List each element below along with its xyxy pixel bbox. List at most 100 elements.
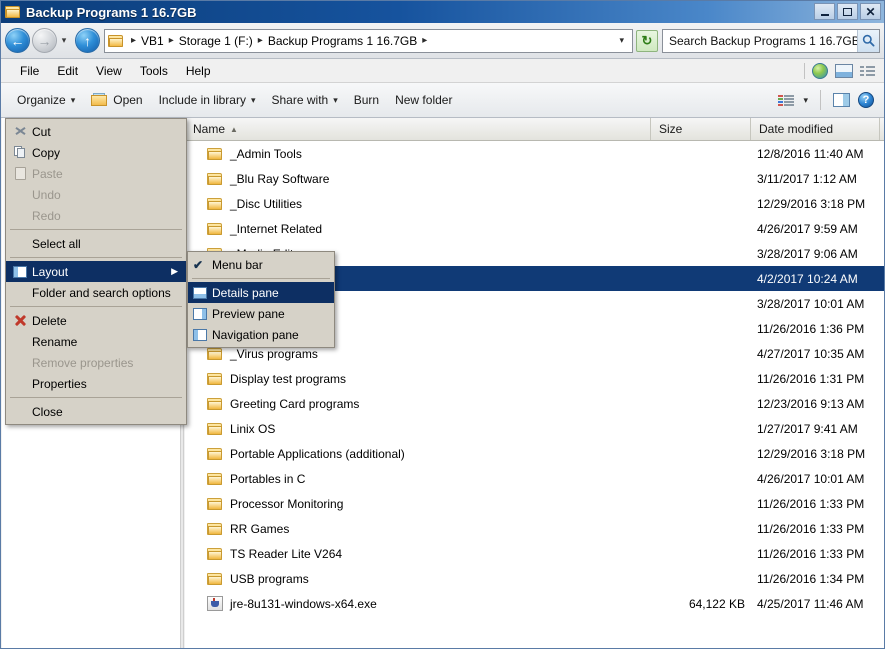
table-row[interactable]: Portable Applications (additional)12/29/… xyxy=(185,441,884,466)
open-button[interactable]: Open xyxy=(83,89,150,111)
minimize-button[interactable] xyxy=(814,3,835,20)
table-row[interactable]: jre-8u131-windows-x64.exe 64,122 KB4/25/2… xyxy=(185,591,884,616)
column-header-date-modified[interactable]: Date modified xyxy=(751,118,880,140)
navigation-pane-icon xyxy=(193,329,207,341)
address-history-dropdown[interactable]: ▾ xyxy=(613,35,630,46)
breadcrumb-item-vb1[interactable]: VB1 xyxy=(141,34,164,48)
menu-item-delete[interactable]: Delete xyxy=(6,310,186,331)
submenu-item-menu-bar[interactable]: ✔Menu bar xyxy=(188,254,334,275)
table-row[interactable]: _Blu Ray Software3/11/2017 1:12 AM xyxy=(185,166,884,191)
submenu-item-navigation-pane[interactable]: Navigation pane xyxy=(188,324,334,345)
menu-item-label: Rename xyxy=(30,335,77,349)
column-header-size-label: Size xyxy=(659,122,682,136)
folder-icon xyxy=(207,472,223,486)
cell-date-modified: 3/11/2017 1:12 AM xyxy=(751,172,880,186)
share-with-button[interactable]: Share with ▾ xyxy=(264,89,346,111)
column-header-size[interactable]: Size xyxy=(651,118,751,140)
cell-date-modified: 11/26/2016 1:33 PM xyxy=(751,497,880,511)
folder-icon xyxy=(207,347,223,361)
column-header-name[interactable]: Name ▲ xyxy=(185,118,651,140)
maximize-icon xyxy=(843,8,852,16)
submenu-item-preview-pane[interactable]: Preview pane xyxy=(188,303,334,324)
table-row[interactable]: Display test programs11/26/2016 1:31 PM xyxy=(185,366,884,391)
maximize-button[interactable] xyxy=(837,3,858,20)
cell-name: Linix OS xyxy=(185,422,651,436)
search-input[interactable]: Search Backup Programs 1 16.7GB xyxy=(663,34,857,48)
cell-date-modified: 12/29/2016 3:18 PM xyxy=(751,197,880,211)
menu-item-layout[interactable]: Layout▶ xyxy=(6,261,186,282)
file-list: Name ▲ Size Date modified _Admin Tools12… xyxy=(185,118,884,649)
view-options-icon[interactable] xyxy=(778,93,795,107)
cell-name: TS Reader Lite V264 xyxy=(185,547,651,561)
table-row[interactable]: Portables in C4/26/2017 10:01 AM xyxy=(185,466,884,491)
menu-item-close[interactable]: Close xyxy=(6,401,186,422)
table-row[interactable]: Greeting Card programs12/23/2016 9:13 AM xyxy=(185,391,884,416)
address-bar[interactable]: ▸ VB1 ▸ Storage 1 (F:) ▸ Backup Programs… xyxy=(104,29,633,53)
table-row[interactable]: TS Reader Lite V26411/26/2016 1:33 PM xyxy=(185,541,884,566)
split-window-icon[interactable] xyxy=(835,64,853,78)
recent-pages-dropdown[interactable]: ▾ xyxy=(57,35,71,46)
details-list-icon[interactable] xyxy=(860,64,876,78)
organize-label: Organize xyxy=(17,93,66,107)
file-name-label: jre-8u131-windows-x64.exe xyxy=(230,597,377,611)
cell-date-modified: 4/26/2017 9:59 AM xyxy=(751,222,880,236)
cell-date-modified: 4/2/2017 10:24 AM xyxy=(751,272,880,286)
forward-button[interactable]: → xyxy=(32,28,57,53)
table-row[interactable]: Processor Monitoring11/26/2016 1:33 PM xyxy=(185,491,884,516)
menu-file[interactable]: File xyxy=(11,61,48,81)
menu-item-icon xyxy=(10,314,30,327)
breadcrumb-item-storage1[interactable]: Storage 1 (F:) xyxy=(179,34,253,48)
table-row[interactable]: USB programs11/26/2016 1:34 PM xyxy=(185,566,884,591)
menu-item-copy[interactable]: Copy xyxy=(6,142,186,163)
minimize-icon xyxy=(821,14,829,16)
search-button[interactable] xyxy=(857,30,879,52)
burn-button[interactable]: Burn xyxy=(346,89,387,111)
breadcrumb-item-backup-programs[interactable]: Backup Programs 1 16.7GB xyxy=(268,34,417,48)
submenu-item-details-pane[interactable]: Details pane xyxy=(188,282,334,303)
close-button[interactable]: ✕ xyxy=(860,3,881,20)
cell-date-modified: 1/27/2017 9:41 AM xyxy=(751,422,880,436)
open-label: Open xyxy=(113,93,142,107)
table-row[interactable]: _Internet Related4/26/2017 9:59 AM xyxy=(185,216,884,241)
table-row[interactable]: _Admin Tools12/8/2016 11:40 AM xyxy=(185,141,884,166)
menu-separator xyxy=(10,306,182,307)
globe-icon[interactable] xyxy=(812,63,828,79)
table-row[interactable]: RR Games11/26/2016 1:33 PM xyxy=(185,516,884,541)
up-button[interactable]: ↑ xyxy=(75,28,100,53)
include-in-library-button[interactable]: Include in library ▾ xyxy=(151,89,264,111)
menu-item-folder-and-search-options[interactable]: Folder and search options xyxy=(6,282,186,303)
menu-help[interactable]: Help xyxy=(177,61,220,81)
menu-item-select-all[interactable]: Select all xyxy=(6,233,186,254)
paste-icon xyxy=(15,167,26,180)
cell-name: RR Games xyxy=(185,522,651,536)
up-arrow-icon: ↑ xyxy=(84,33,91,49)
view-options-dropdown[interactable]: ▾ xyxy=(803,95,808,106)
preview-pane-icon[interactable] xyxy=(833,93,850,107)
menu-edit[interactable]: Edit xyxy=(48,61,87,81)
folder-icon xyxy=(207,522,223,536)
menu-tools[interactable]: Tools xyxy=(131,61,177,81)
menu-item-rename[interactable]: Rename xyxy=(6,331,186,352)
folder-icon xyxy=(207,572,223,586)
table-row[interactable]: Linix OS 1/27/2017 9:41 AM xyxy=(185,416,884,441)
help-icon[interactable]: ? xyxy=(858,92,874,108)
scissors-icon xyxy=(14,125,27,138)
menu-separator xyxy=(10,397,182,398)
file-rows: _Admin Tools12/8/2016 11:40 AM_Blu Ray S… xyxy=(185,141,884,616)
burn-label: Burn xyxy=(354,93,379,107)
cell-date-modified: 4/25/2017 11:46 AM xyxy=(751,597,880,611)
cell-date-modified: 3/28/2017 10:01 AM xyxy=(751,297,880,311)
organize-button[interactable]: Organize ▾ xyxy=(9,89,83,111)
close-icon: ✕ xyxy=(865,6,875,18)
menu-view[interactable]: View xyxy=(87,61,131,81)
back-button[interactable]: ← xyxy=(5,28,30,53)
cell-date-modified: 12/8/2016 11:40 AM xyxy=(751,147,880,161)
menu-item-properties[interactable]: Properties xyxy=(6,373,186,394)
menu-item-cut[interactable]: Cut xyxy=(6,121,186,142)
file-name-label: Portables in C xyxy=(230,472,305,486)
new-folder-button[interactable]: New folder xyxy=(387,89,460,111)
cell-size: 64,122 KB xyxy=(651,597,751,611)
refresh-button[interactable]: ↻ xyxy=(636,30,658,52)
search-box[interactable]: Search Backup Programs 1 16.7GB xyxy=(662,29,880,53)
table-row[interactable]: _Disc Utilities12/29/2016 3:18 PM xyxy=(185,191,884,216)
